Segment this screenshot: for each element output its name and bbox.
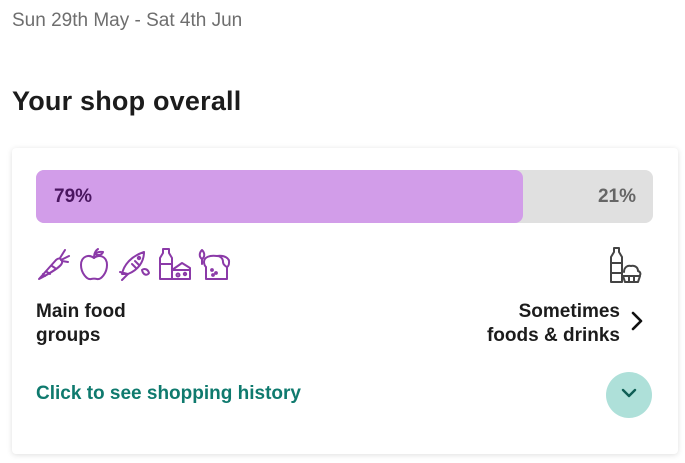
chevron-right-icon[interactable] (630, 310, 644, 337)
shop-overall-card: 79% 21% Main food groups Sometimes foods… (12, 148, 678, 454)
bread-icon (196, 246, 232, 282)
apple-icon (76, 246, 112, 282)
chevron-down-icon (620, 386, 638, 404)
bottle-cupcake-icon (608, 246, 642, 289)
carrot-icon (36, 246, 72, 282)
shopping-history-link[interactable]: Click to see shopping history (36, 383, 301, 405)
sometimes-foods-percent: 21% (597, 186, 636, 207)
main-food-groups-label-line1: Main food (36, 301, 126, 322)
main-food-groups-label-line2: groups (36, 325, 101, 346)
main-food-groups-bar (36, 170, 524, 223)
sometimes-foods-label[interactable]: Sometimes foods & drinks (420, 300, 620, 348)
main-food-groups-label: Main food groups (36, 300, 196, 348)
milk-cheese-icon (156, 246, 192, 282)
sometimes-foods-label-line2: foods & drinks (486, 325, 620, 346)
section-title: Your shop overall (12, 86, 242, 116)
expand-button[interactable] (606, 372, 652, 418)
main-food-groups-percent: 79% (54, 186, 93, 207)
fish-icon (116, 246, 152, 282)
date-range: Sun 29th May - Sat 4th Jun (12, 10, 243, 31)
split-bar: 79% 21% (36, 170, 653, 223)
sometimes-foods-label-line1: Sometimes (518, 301, 620, 322)
main-food-icons (36, 246, 232, 282)
